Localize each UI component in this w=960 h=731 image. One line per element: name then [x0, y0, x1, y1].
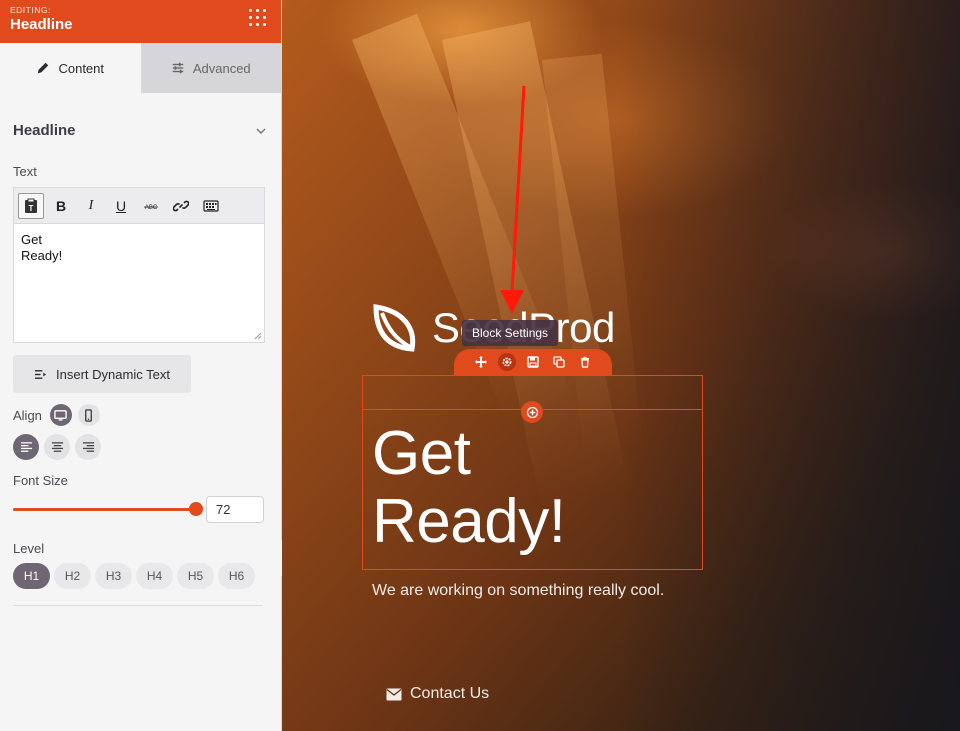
- font-size-slider-handle[interactable]: [189, 502, 203, 516]
- delete-block-button[interactable]: [576, 353, 594, 371]
- keyboard-shortcuts-button[interactable]: [198, 193, 224, 219]
- editor-sidebar: EDITING: Headline Content Advanced Headl…: [0, 0, 282, 731]
- headline-text[interactable]: Get Ready!: [372, 419, 566, 556]
- resize-handle-icon[interactable]: [254, 332, 262, 340]
- mobile-device-toggle[interactable]: [77, 404, 100, 426]
- align-right-button[interactable]: [75, 434, 101, 460]
- align-row: Align: [0, 404, 281, 426]
- editor-text-area[interactable]: Get Ready!: [14, 224, 264, 342]
- align-left-button[interactable]: [13, 434, 39, 460]
- sidebar-header: EDITING: Headline: [0, 0, 281, 43]
- envelope-icon: [386, 688, 402, 700]
- sidebar-title: Headline: [10, 16, 73, 33]
- desktop-device-toggle[interactable]: [49, 404, 72, 426]
- svg-text:T: T: [29, 204, 34, 213]
- editor-line-1: Get: [21, 232, 42, 247]
- align-label: Align: [13, 407, 42, 423]
- dots-grid-icon[interactable]: [249, 9, 267, 27]
- tab-advanced[interactable]: Advanced: [140, 43, 281, 93]
- clipboard-icon: T: [25, 198, 37, 213]
- contact-us-link[interactable]: Contact Us: [386, 685, 489, 703]
- bold-button[interactable]: B: [48, 193, 74, 219]
- dynamic-text-label: Insert Dynamic Text: [56, 366, 170, 382]
- editor-line-2: Ready!: [21, 248, 63, 263]
- text-align-buttons: [0, 434, 281, 460]
- block-settings-tooltip: Block Settings: [462, 320, 559, 346]
- level-h6-button[interactable]: H6: [218, 563, 255, 589]
- align-center-icon: [51, 441, 63, 452]
- save-block-button[interactable]: [524, 353, 542, 371]
- subheading-text[interactable]: We are working on something really cool.: [372, 582, 664, 600]
- section-title: Headline: [13, 122, 76, 139]
- strikethrough-icon: ABC: [144, 205, 158, 211]
- tab-content[interactable]: Content: [0, 43, 141, 93]
- link-icon: [173, 200, 189, 211]
- editor-toolbar: T B I U ABC: [14, 188, 264, 224]
- align-right-icon: [82, 441, 94, 452]
- keyboard-icon: [203, 199, 219, 212]
- move-block-button[interactable]: [472, 353, 490, 371]
- save-icon: [527, 356, 539, 368]
- duplicate-block-button[interactable]: [550, 353, 568, 371]
- svg-text:ABC: ABC: [145, 205, 158, 211]
- sidebar-tabs: Content Advanced: [0, 43, 281, 93]
- block-toolbar: [454, 349, 612, 375]
- tab-advanced-label: Advanced: [192, 60, 251, 76]
- italic-button[interactable]: I: [78, 193, 104, 219]
- italic-icon: I: [88, 197, 94, 213]
- mobile-icon: [85, 408, 93, 422]
- headline-line-1: Get: [372, 419, 471, 488]
- background-shade: [620, 0, 960, 731]
- trash-icon: [581, 356, 589, 368]
- link-button[interactable]: [168, 193, 194, 219]
- page-preview-canvas: SeedProd Block Settings Get Ready! We ar…: [282, 0, 960, 731]
- gear-icon: [502, 357, 512, 367]
- level-h3-button[interactable]: H3: [95, 563, 132, 589]
- underline-button[interactable]: U: [108, 193, 134, 219]
- font-size-control: [0, 495, 281, 525]
- align-center-button[interactable]: [44, 434, 70, 460]
- leaf-logo-icon: [373, 304, 416, 352]
- text-editor: T B I U ABC Get Ready!: [13, 187, 265, 343]
- text-label: Text: [13, 164, 37, 179]
- align-left-icon: [20, 441, 32, 452]
- paste-text-button[interactable]: T: [18, 192, 44, 219]
- desktop-icon: [54, 409, 68, 421]
- editing-label: EDITING:: [10, 5, 51, 15]
- level-label: Level: [13, 541, 45, 556]
- font-size-label: Font Size: [13, 473, 68, 488]
- plus-circle-icon: [526, 406, 538, 418]
- contact-us-label: Contact Us: [410, 685, 490, 702]
- font-size-slider-track[interactable]: [13, 508, 197, 511]
- heading-level-buttons: H1 H2 H3 H4 H5 H6: [0, 563, 281, 589]
- font-size-input[interactable]: [206, 496, 264, 523]
- duplicate-icon: [553, 356, 565, 368]
- insert-dynamic-text-button[interactable]: Insert Dynamic Text: [13, 355, 191, 393]
- headline-line-2: Ready!: [372, 487, 566, 556]
- dynamic-text-icon: [34, 369, 47, 379]
- level-h4-button[interactable]: H4: [136, 563, 173, 589]
- level-h2-button[interactable]: H2: [54, 563, 91, 589]
- level-h1-button[interactable]: H1: [13, 563, 50, 589]
- section-divider: [13, 605, 263, 606]
- level-h5-button[interactable]: H5: [177, 563, 214, 589]
- bold-icon: B: [55, 197, 67, 214]
- sliders-icon: [172, 62, 184, 74]
- strikethrough-button[interactable]: ABC: [138, 193, 164, 219]
- chevron-down-icon: [256, 127, 266, 134]
- block-settings-button[interactable]: [498, 353, 516, 371]
- pencil-icon: [38, 62, 49, 74]
- tab-content-label: Content: [58, 60, 105, 76]
- underline-icon: U: [115, 197, 127, 214]
- move-icon: [475, 356, 487, 368]
- headline-section-header[interactable]: Headline: [0, 93, 281, 168]
